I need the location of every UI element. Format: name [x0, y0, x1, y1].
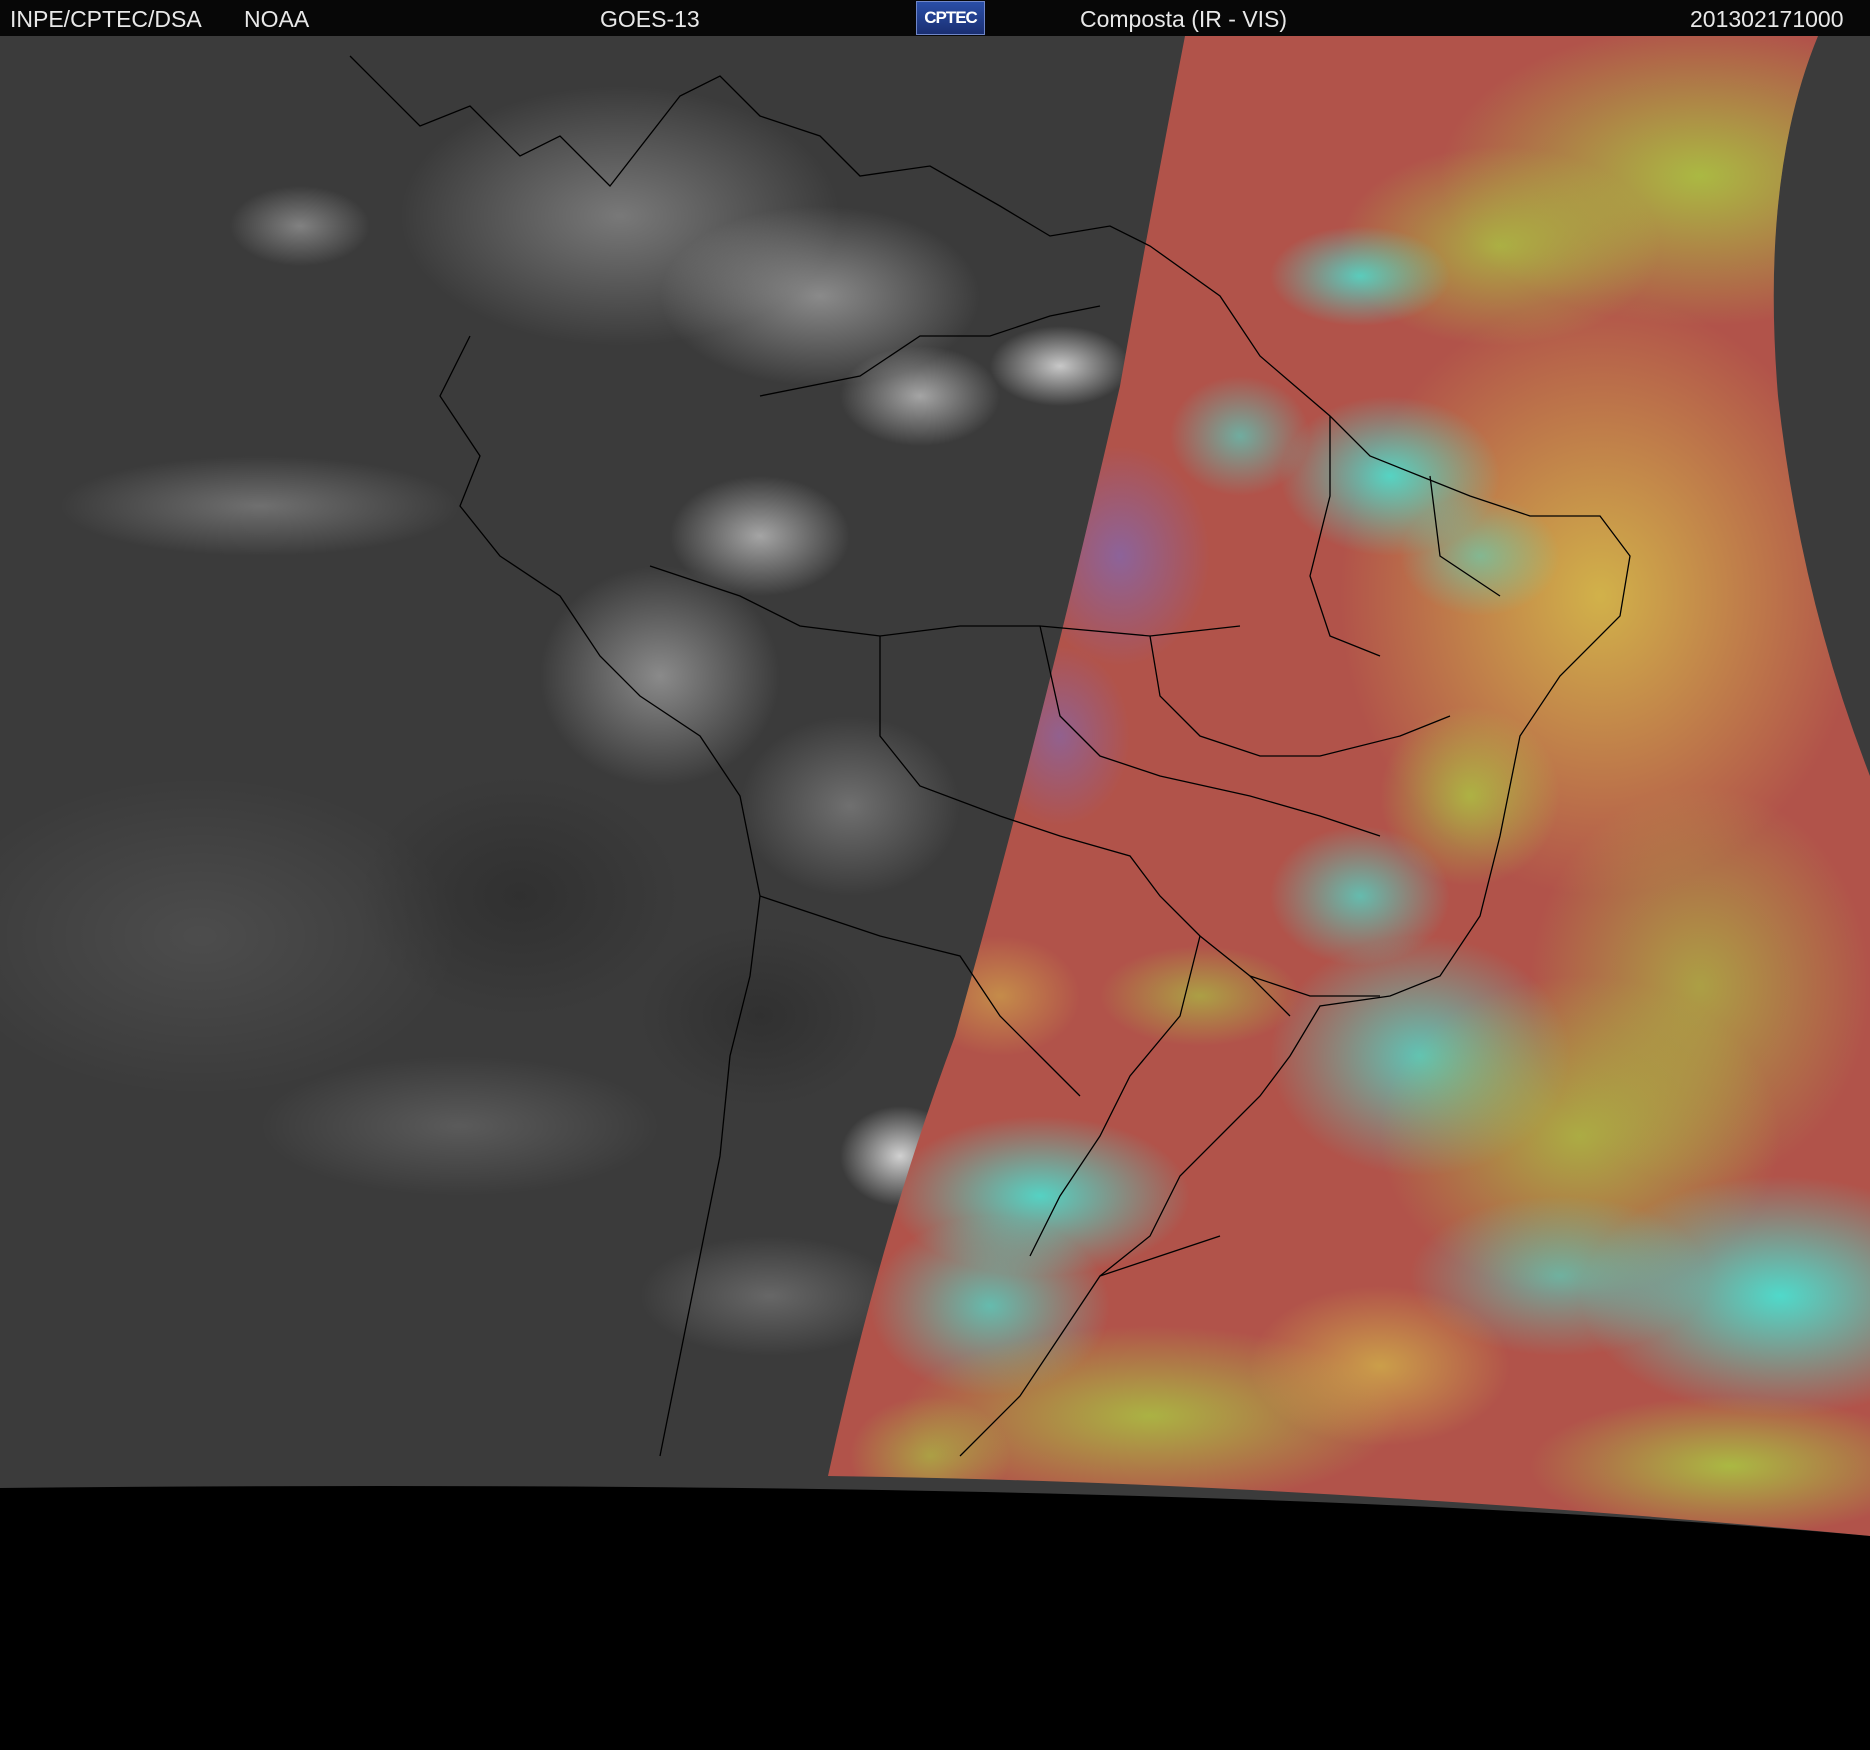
cptec-logo-icon: CPTEC — [916, 1, 985, 35]
earth-disk — [0, 36, 1870, 1536]
provider-label: NOAA — [244, 6, 310, 32]
product-label: Composta (IR - VIS) — [1080, 6, 1288, 32]
satellite-map — [0, 36, 1870, 1536]
satellite-label: GOES-13 — [600, 6, 700, 32]
image-header: INPE/CPTEC/DSA NOAA GOES-13 CPTEC Compos… — [0, 0, 1870, 36]
timestamp-label: 201302171000 — [1690, 6, 1844, 32]
logo-text: CPTEC — [924, 8, 978, 27]
agency-label: INPE/CPTEC/DSA — [10, 6, 202, 32]
